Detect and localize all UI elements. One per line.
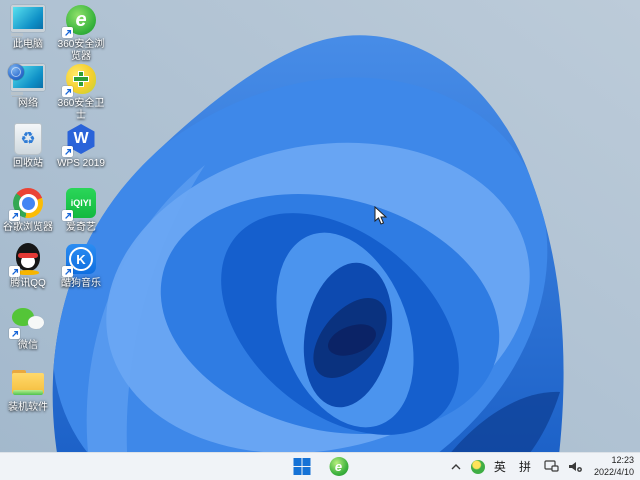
start-button[interactable] (290, 455, 314, 479)
clock-time: 12:23 (611, 455, 634, 466)
taskbar-360-browser-button[interactable]: e (327, 455, 351, 479)
icon-label: 360安全浏览器 (57, 39, 105, 62)
icon-label: 爱奇艺 (66, 222, 96, 233)
mouse-cursor (374, 206, 388, 225)
volume-tray-icon[interactable] (568, 453, 583, 480)
desktop: 此电脑 e 360安全浏览器 网络 360安全卫士 ♻ 回收站 W WPS 20… (0, 0, 640, 480)
icon-label: 回收站 (13, 158, 43, 169)
shortcut-arrow-icon (62, 210, 73, 221)
shortcut-arrow-icon (9, 266, 20, 277)
desktop-icon-360-guard[interactable]: 360安全卫士 (55, 62, 107, 121)
network-tray-icon[interactable] (544, 453, 559, 480)
desktop-icon-qq[interactable]: 腾讯QQ (2, 242, 54, 290)
windows-logo-icon (293, 458, 310, 475)
icon-label: 酷狗音乐 (61, 278, 101, 289)
desktop-icon-chrome[interactable]: 谷歌浏览器 (2, 186, 54, 234)
shortcut-arrow-icon (62, 86, 73, 97)
desktop-icon-recycle-bin[interactable]: ♻ 回收站 (2, 122, 54, 170)
shortcut-arrow-icon (62, 146, 73, 157)
input-language-indicator[interactable]: 英 (494, 453, 506, 480)
hidden-icons-chevron[interactable] (450, 453, 462, 480)
icon-label: 谷歌浏览器 (3, 222, 53, 233)
icon-label: 腾讯QQ (10, 278, 46, 289)
desktop-icon-network[interactable]: 网络 (2, 62, 54, 110)
pinyin-ime-indicator[interactable]: 拼 (519, 453, 531, 480)
recycle-bin-icon: ♻ (14, 123, 42, 155)
taskbar: e 英 拼 12:23 2022/4/10 (0, 452, 640, 480)
desktop-icon-software-folder[interactable]: 装机软件 (2, 366, 54, 414)
360-browser-icon: e (329, 457, 348, 476)
taskbar-clock[interactable]: 12:23 2022/4/10 (594, 455, 634, 478)
icon-label: 360安全卫士 (57, 98, 105, 121)
shortcut-arrow-icon (9, 328, 20, 339)
desktop-icon-kugou[interactable]: K 酷狗音乐 (55, 242, 107, 290)
desktop-icon-360-browser[interactable]: e 360安全浏览器 (55, 3, 107, 62)
tray-360-icon[interactable] (470, 453, 485, 480)
desktop-icon-wechat[interactable]: 微信 (2, 304, 54, 352)
icon-label: 装机软件 (8, 402, 48, 413)
monitor-icon (11, 4, 45, 32)
desktop-icon-this-pc[interactable]: 此电脑 (2, 3, 54, 51)
icon-label: 微信 (18, 340, 38, 351)
folder-icon (12, 370, 44, 396)
icon-label: 网络 (18, 98, 38, 109)
icon-label: WPS 2019 (57, 158, 105, 169)
desktop-icon-iqiyi[interactable]: iQIYI 爱奇艺 (55, 186, 107, 234)
desktop-icon-wps[interactable]: W WPS 2019 (55, 122, 107, 170)
shortcut-arrow-icon (62, 266, 73, 277)
icon-label: 此电脑 (13, 39, 43, 50)
shortcut-arrow-icon (62, 27, 73, 38)
shortcut-arrow-icon (9, 210, 20, 221)
clock-date: 2022/4/10 (593, 466, 634, 477)
globe-icon (8, 64, 24, 80)
